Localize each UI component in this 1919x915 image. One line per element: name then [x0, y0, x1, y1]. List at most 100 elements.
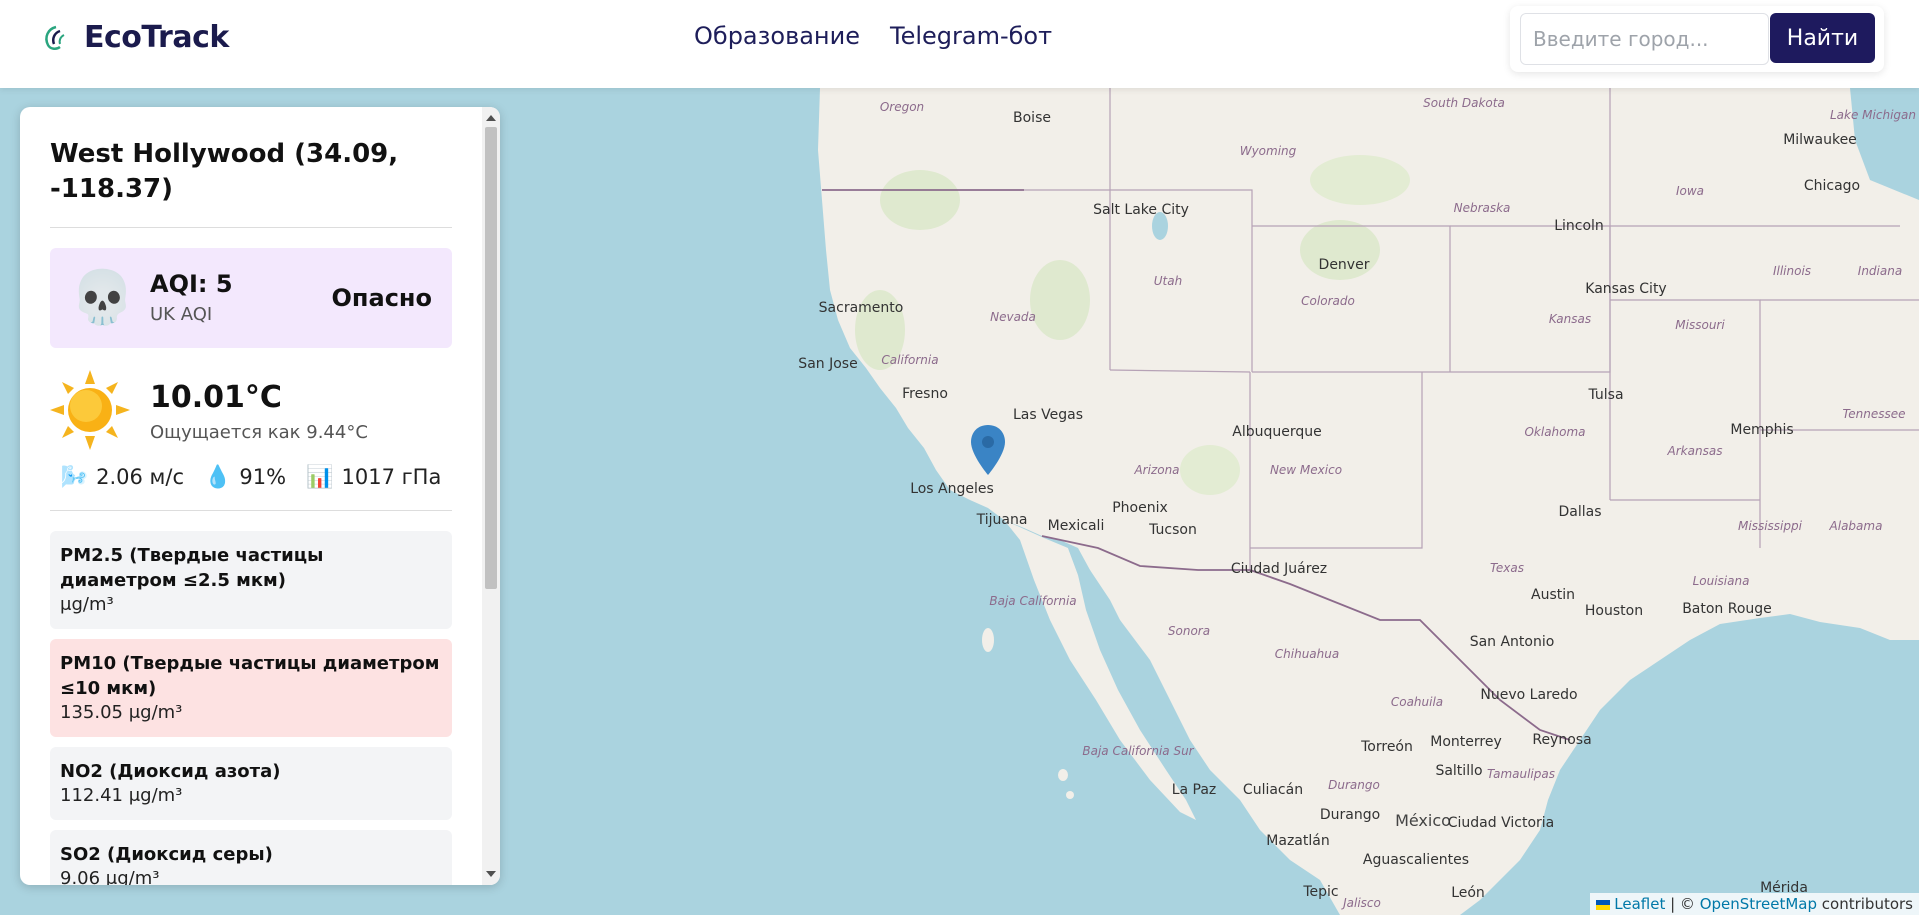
- map-label-city: Denver: [1318, 257, 1370, 273]
- leaflet-link[interactable]: Leaflet: [1614, 895, 1665, 913]
- map-label-city: Fresno: [902, 386, 948, 402]
- sun-icon: [50, 370, 130, 450]
- map-label-city: Tulsa: [1588, 387, 1624, 403]
- map-label-state: Mississippi: [1738, 519, 1802, 533]
- map-label-city: Culiacán: [1242, 782, 1304, 798]
- map-label-state: Nevada: [990, 310, 1036, 324]
- skull-icon: 💀: [70, 269, 135, 327]
- map-label-state: Oregon: [879, 100, 925, 114]
- map-attribution: Leaflet | © OpenStreetMap contributors: [1590, 893, 1919, 915]
- aqi-value: AQI: 5: [150, 270, 233, 298]
- aqi-card: 💀 AQI: 5 UK AQI Опасно: [50, 248, 452, 348]
- map-label-state: Arizona: [1134, 463, 1180, 477]
- pollutant-name: PM10 (Твердые частицы диаметром ≤10 мкм): [60, 653, 440, 699]
- map-label-city: Austin: [1531, 587, 1575, 603]
- wind-icon: 🌬️: [60, 464, 89, 490]
- feels-like: Ощущается как 9.44°C: [150, 422, 368, 443]
- map-label-city: León: [1451, 885, 1485, 901]
- map-label-state: Arkansas: [1667, 444, 1723, 458]
- aqi-status: Опасно: [331, 284, 432, 312]
- map-label-city: Tepic: [1303, 884, 1339, 900]
- map-label-country: México: [1395, 811, 1451, 830]
- nav-telegram-bot[interactable]: Telegram-бот: [890, 22, 1052, 50]
- map-label-city: Dallas: [1558, 504, 1602, 520]
- map-label-state: Wyoming: [1239, 144, 1297, 158]
- map-label-city: Phoenix: [1112, 500, 1168, 516]
- map-label-state: Durango: [1328, 778, 1380, 792]
- map-label-city: Mazatlán: [1266, 833, 1330, 849]
- map-label-city: Boise: [1013, 110, 1051, 126]
- map-label-state: Chihuahua: [1274, 647, 1340, 661]
- weather-block: 10.01°C Ощущается как 9.44°C: [50, 370, 452, 460]
- pollutant-value: 9.06 μg/m³: [60, 868, 160, 885]
- map-label-city: Mexicali: [1047, 518, 1105, 534]
- location-marker-icon[interactable]: [971, 425, 1005, 475]
- scroll-up-arrow-icon[interactable]: [486, 115, 496, 121]
- map-label-city: Sacramento: [818, 300, 904, 316]
- pollutant-name: PM2.5 (Твердые частицы диаметром ≤2.5 мк…: [60, 545, 324, 591]
- pollutant-card-pm25: PM2.5 (Твердые частицы диаметром ≤2.5 мк…: [50, 531, 452, 629]
- aqi-scale: UK AQI: [150, 304, 213, 325]
- map-label-city: San Antonio: [1469, 634, 1555, 650]
- map-label-city: Albuquerque: [1232, 424, 1322, 440]
- pressure-metric: 📊 1017 гПа: [306, 465, 441, 490]
- search-button[interactable]: Найти: [1770, 13, 1875, 63]
- map-label-city: Ciudad Victoria: [1447, 815, 1555, 831]
- map-label-state: Baja California Sur: [1082, 744, 1194, 758]
- pollutant-name: SO2 (Диоксид серы): [60, 844, 273, 865]
- pollutant-card-no2: NO2 (Диоксид азота) 112.41 μg/m³: [50, 747, 452, 820]
- weather-metrics: 🌬️ 2.06 м/с 💧 91% 📊 1017 гПа: [50, 460, 452, 494]
- pollutant-card-pm10: PM10 (Твердые частицы диаметром ≤10 мкм)…: [50, 639, 452, 737]
- map-label-state: Colorado: [1301, 294, 1355, 308]
- scroll-thumb[interactable]: [485, 127, 497, 589]
- map-label-state: Sonora: [1167, 624, 1211, 638]
- map-label-city: Tucson: [1149, 522, 1197, 538]
- map-label-state: California: [881, 353, 939, 367]
- wind-metric: 🌬️ 2.06 м/с: [61, 465, 184, 490]
- map-label-state: Illinois: [1772, 264, 1812, 278]
- map-label-state: Texas: [1490, 561, 1524, 575]
- map-label-city: Las Vegas: [1013, 407, 1083, 423]
- map-label-state: South Dakota: [1423, 96, 1505, 110]
- map-label-state: Louisiana: [1692, 574, 1750, 588]
- scroll-down-arrow-icon[interactable]: [486, 871, 496, 877]
- map-label-state: Nebraska: [1453, 201, 1511, 215]
- map-label-city: Nuevo Laredo: [1480, 687, 1578, 703]
- map-label-state: Iowa: [1675, 184, 1705, 198]
- ukraine-flag-icon: [1596, 899, 1611, 910]
- map-label-state: Alabama: [1829, 519, 1883, 533]
- map-label-city: Monterrey: [1430, 734, 1502, 750]
- map-label-city: Salt Lake City: [1093, 202, 1189, 218]
- search-container: Найти: [1510, 6, 1884, 72]
- map-label-city: Kansas City: [1585, 281, 1667, 297]
- bar-chart-icon: 📊: [306, 464, 334, 490]
- map-label-city: Chicago: [1803, 178, 1861, 194]
- nav-education[interactable]: Образование: [694, 22, 860, 50]
- humidity-metric: 💧 91%: [204, 465, 286, 490]
- city-search-input[interactable]: [1520, 13, 1769, 65]
- map-label-state: Lake Michigan: [1830, 108, 1916, 122]
- map-label-city: Ciudad Juárez: [1230, 561, 1328, 577]
- humidity-value: 91%: [239, 465, 287, 489]
- panel-scrollbar[interactable]: [482, 107, 500, 885]
- pressure-value: 1017 гПа: [341, 465, 442, 489]
- leaf-logo-icon: [45, 25, 65, 50]
- panel-content: West Hollywood (34.09, -118.37) 💀 AQI: 5…: [20, 107, 482, 885]
- logo[interactable]: EcoTrack: [40, 20, 229, 55]
- pollutant-value: μg/m³: [60, 594, 114, 615]
- pollutant-name: NO2 (Диоксид азота): [60, 761, 281, 782]
- temperature: 10.01°C: [150, 380, 282, 415]
- map-label-city: Torreón: [1361, 739, 1413, 755]
- map-label-state: Tennessee: [1842, 407, 1906, 421]
- attribution-contributors: contributors: [1817, 895, 1913, 913]
- logo-text: EcoTrack: [84, 20, 229, 55]
- droplet-icon: 💧: [204, 464, 232, 490]
- map-label-state: Baja California: [989, 594, 1077, 608]
- map-label-state: New Mexico: [1269, 463, 1343, 477]
- city-title: West Hollywood (34.09, -118.37): [50, 139, 399, 204]
- osm-link[interactable]: OpenStreetMap: [1700, 895, 1817, 913]
- pollutant-value: 135.05 μg/m³: [60, 702, 183, 723]
- map-label-state: Utah: [1153, 274, 1183, 288]
- map-label-city: Reynosa: [1532, 732, 1592, 748]
- pollutant-card-so2: SO2 (Диоксид серы) 9.06 μg/m³: [50, 830, 452, 885]
